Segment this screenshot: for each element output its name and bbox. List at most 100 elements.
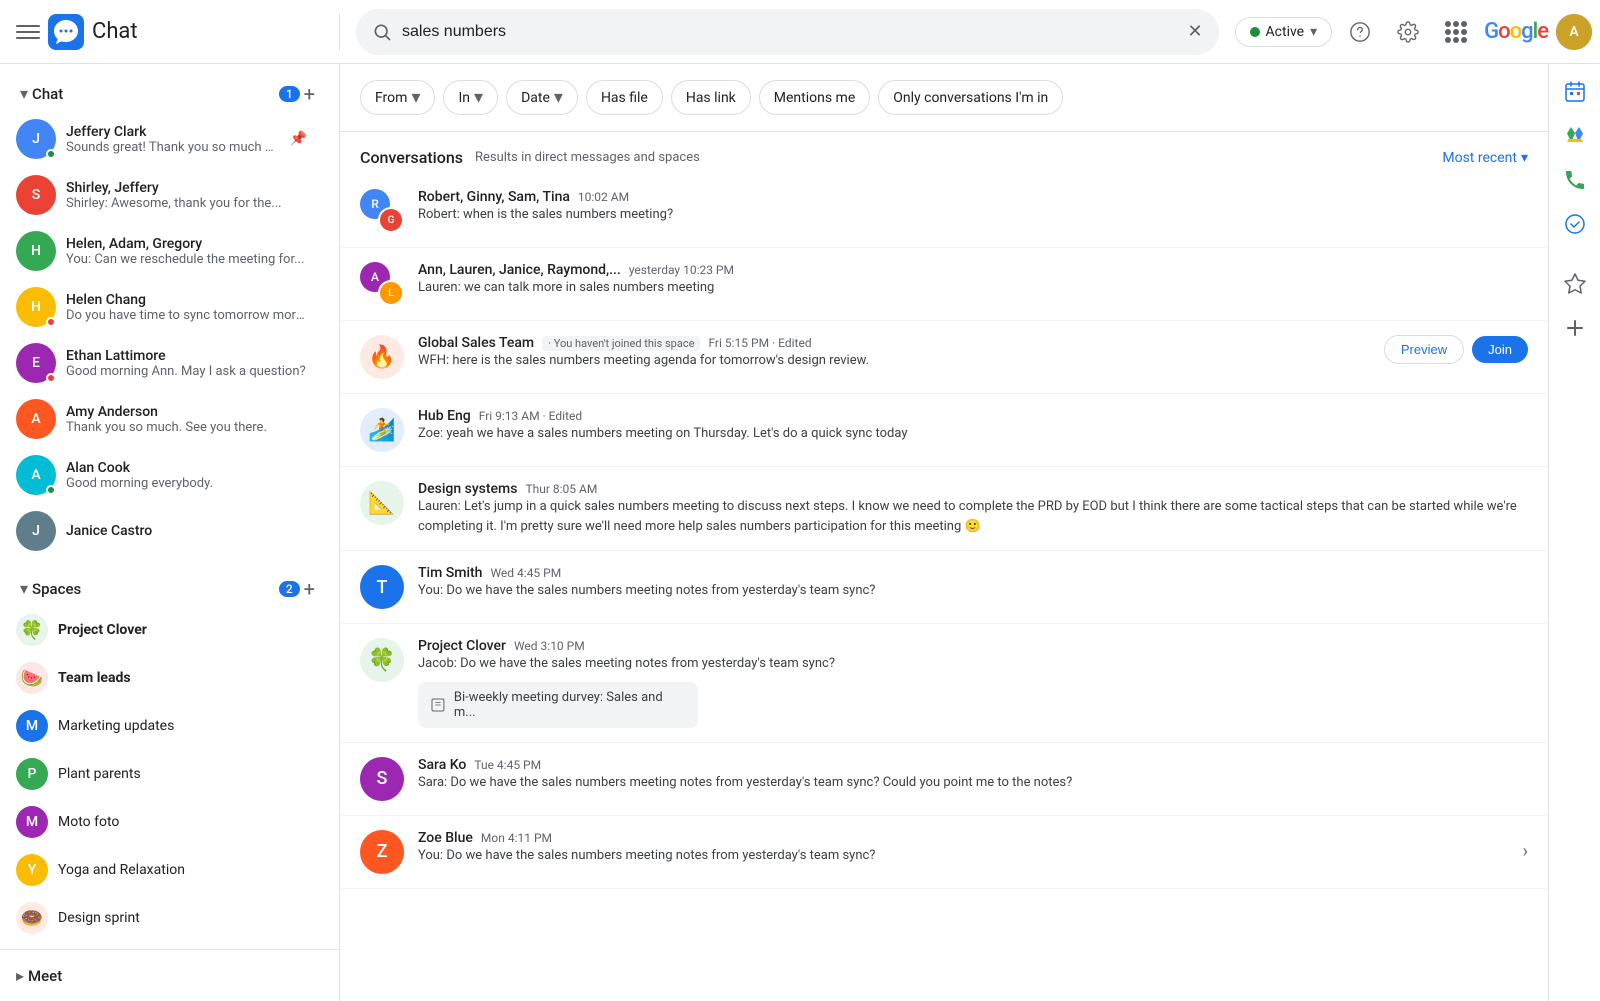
search-clear-icon[interactable]: ✕ — [1187, 21, 1202, 42]
conversation-name: Project Clover — [418, 638, 506, 654]
conversation-item[interactable]: 🔥 Global Sales Team · You haven't joined… — [340, 321, 1548, 394]
chat-name: Amy Anderson — [66, 404, 307, 420]
space-icon: 🍀 — [16, 614, 48, 646]
space-item[interactable]: Y Yoga and Relaxation — [0, 846, 323, 894]
chat-logo-icon — [48, 14, 84, 50]
spaces-section-title: Spaces — [32, 580, 275, 598]
bookmark-button[interactable] — [1555, 264, 1595, 304]
meet-chevron-icon: ▸ — [16, 966, 24, 985]
conversation-name-row: Ann, Lauren, Janice, Raymond,... yesterd… — [418, 262, 1528, 278]
space-name: Project Clover — [58, 622, 147, 638]
space-letter-icon: M — [16, 710, 48, 742]
chat-item[interactable]: E Ethan Lattimore Good morning Ann. May … — [0, 335, 323, 391]
space-item[interactable]: P Plant parents — [0, 750, 323, 798]
space-icon: 🍉 — [16, 662, 48, 694]
conversation-item[interactable]: S Sara Ko Tue 4:45 PM Sara: Do we have t… — [340, 743, 1548, 816]
space-item[interactable]: 🍩 Design sprint — [0, 894, 323, 942]
status-button[interactable]: Active ▾ — [1235, 17, 1333, 47]
chat-preview: Thank you so much. See you there. — [66, 420, 307, 435]
filter-only_conv-button[interactable]: Only conversations I'm in — [878, 80, 1063, 115]
conversation-item[interactable]: A L Ann, Lauren, Janice, Raymond,... yes… — [340, 248, 1548, 321]
conversation-time: Fri 5:15 PM · Edited — [708, 336, 811, 350]
space-item[interactable]: 🍀 Project Clover — [0, 606, 323, 654]
meet-header[interactable]: ▸ Meet — [16, 958, 323, 993]
help-button[interactable] — [1340, 12, 1380, 52]
space-name: Design sprint — [58, 910, 140, 926]
filter-from-button[interactable]: From▾ — [360, 80, 435, 115]
chevron-right-icon: › — [1523, 841, 1528, 862]
attachment-label: Bi-weekly meeting durvey: Sales and m... — [454, 690, 686, 720]
conversation-body: Ann, Lauren, Janice, Raymond,... yesterd… — [418, 262, 1528, 298]
conversation-avatar: 📐 — [360, 481, 404, 525]
filter-mentions_me-button[interactable]: Mentions me — [759, 80, 870, 115]
sidebar-header: Chat — [0, 14, 340, 50]
google-apps-button[interactable] — [1436, 12, 1476, 52]
chat-item[interactable]: H Helen Chang Do you have time to sync t… — [0, 279, 323, 335]
phone-button[interactable] — [1555, 160, 1595, 200]
conversation-item[interactable]: 📐 Design systems Thur 8:05 AM Lauren: Le… — [340, 467, 1548, 551]
filter-has_link-button[interactable]: Has link — [671, 80, 751, 115]
conversation-name: Ann, Lauren, Janice, Raymond,... — [418, 262, 621, 278]
join-button[interactable]: Join — [1472, 336, 1528, 363]
space-item[interactable]: U UX prototype — [0, 942, 323, 949]
space-item[interactable]: M Moto foto — [0, 798, 323, 846]
chat-badge: 1 — [279, 86, 300, 102]
conversation-item[interactable]: T Tim Smith Wed 4:45 PM You: Do we have … — [340, 551, 1548, 624]
filter-has_file-button[interactable]: Has file — [586, 80, 663, 115]
sidebar: ▾ Chat 1 + J Jeffery Clark Sounds great!… — [0, 64, 340, 1001]
add-chat-button[interactable]: + — [304, 82, 315, 106]
add-widget-button[interactable] — [1555, 308, 1595, 348]
conversation-name: Tim Smith — [418, 565, 482, 581]
chat-info: Shirley, Jeffery Shirley: Awesome, thank… — [66, 180, 307, 211]
conversation-message: WFH: here is the sales numbers meeting a… — [418, 351, 1370, 371]
conversation-body: Zoe Blue Mon 4:11 PM You: Do we have the… — [418, 830, 1509, 866]
spaces-chevron-icon: ▾ — [20, 579, 28, 598]
chat-info: Alan Cook Good morning everybody. — [66, 460, 307, 491]
conversation-item[interactable]: R G Robert, Ginny, Sam, Tina 10:02 AM Ro… — [340, 175, 1548, 248]
dnd-status-dot — [46, 373, 56, 383]
tasks-button[interactable] — [1555, 204, 1595, 244]
spaces-section-header[interactable]: ▾ Spaces 2 — [16, 573, 304, 604]
chat-item[interactable]: J Janice Castro — [0, 503, 323, 559]
conversation-item[interactable]: Z Zoe Blue Mon 4:11 PM You: Do we have t… — [340, 816, 1548, 889]
bookmark-icon — [1563, 272, 1587, 296]
chat-item[interactable]: A Amy Anderson Thank you so much. See yo… — [0, 391, 323, 447]
filter-in-button[interactable]: In▾ — [443, 80, 498, 115]
calendar-button[interactable] — [1555, 72, 1595, 112]
settings-button[interactable] — [1388, 12, 1428, 52]
add-icon — [1563, 316, 1587, 340]
conversation-message: Zoe: yeah we have a sales numbers meetin… — [418, 424, 1528, 444]
chat-item[interactable]: H Helen, Adam, Gregory You: Can we resch… — [0, 223, 323, 279]
drive-button[interactable] — [1555, 116, 1595, 156]
sort-button[interactable]: Most recent ▾ — [1442, 150, 1528, 166]
preview-button[interactable]: Preview — [1384, 335, 1464, 364]
conversation-item[interactable]: 🏄 Hub Eng Fri 9:13 AM · Edited Zoe: yeah… — [340, 394, 1548, 467]
dropdown-arrow-icon: ▾ — [554, 87, 563, 108]
conversation-item[interactable]: 🍀 Project Clover Wed 3:10 PM Jacob: Do w… — [340, 624, 1548, 743]
space-item[interactable]: M Marketing updates — [0, 702, 323, 750]
search-input[interactable] — [402, 23, 1177, 41]
chat-avatar: S — [16, 175, 56, 215]
chat-section-title: Chat — [32, 85, 275, 103]
sort-label: Most recent — [1442, 150, 1517, 166]
space-item[interactable]: 🍉 Team leads — [0, 654, 323, 702]
conversation-body: Sara Ko Tue 4:45 PM Sara: Do we have the… — [418, 757, 1528, 793]
conversation-attachment: Bi-weekly meeting durvey: Sales and m... — [418, 682, 698, 728]
filter-date-button[interactable]: Date▾ — [506, 80, 578, 115]
user-avatar[interactable]: A — [1556, 14, 1592, 50]
chat-item[interactable]: J Jeffery Clark Sounds great! Thank you … — [0, 111, 323, 167]
chat-info: Amy Anderson Thank you so much. See you … — [66, 404, 307, 435]
chat-avatar: H — [16, 287, 56, 327]
filter-label: Has file — [601, 90, 648, 106]
conversation-body: Tim Smith Wed 4:45 PM You: Do we have th… — [418, 565, 1528, 601]
conversation-avatar: R G — [360, 189, 404, 233]
dropdown-arrow-icon: ▾ — [411, 87, 420, 108]
conversation-avatar: T — [360, 565, 404, 609]
space-name: Marketing updates — [58, 718, 174, 734]
hamburger-icon[interactable] — [16, 20, 40, 44]
chat-info: Helen, Adam, Gregory You: Can we resched… — [66, 236, 307, 267]
chat-item[interactable]: S Shirley, Jeffery Shirley: Awesome, tha… — [0, 167, 323, 223]
chat-section-header[interactable]: ▾ Chat 1 — [16, 78, 304, 109]
add-space-button[interactable]: + — [304, 577, 315, 601]
chat-item[interactable]: A Alan Cook Good morning everybody. — [0, 447, 323, 503]
